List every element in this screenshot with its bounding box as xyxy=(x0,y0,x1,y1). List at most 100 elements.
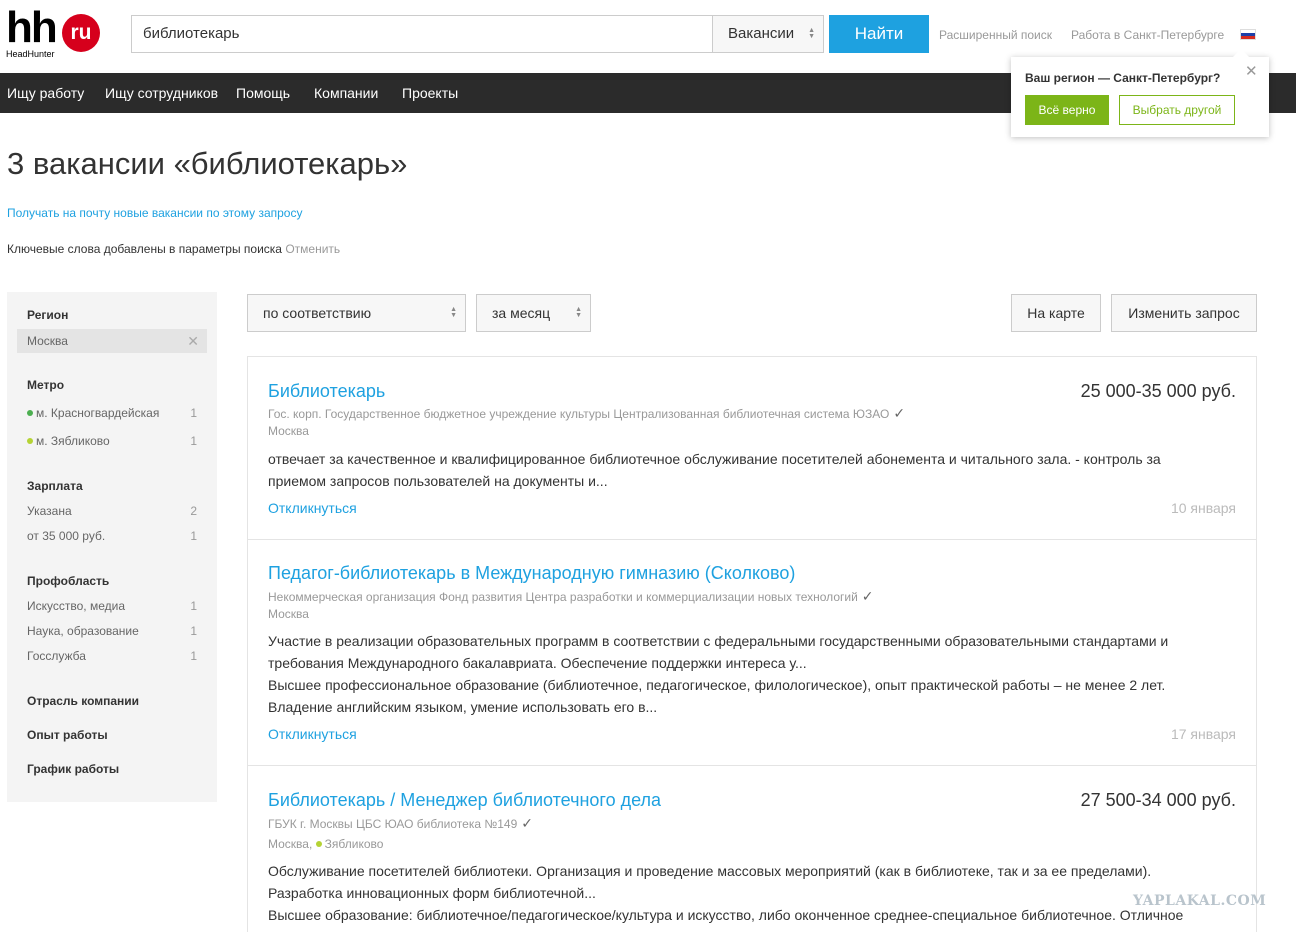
filter-item-count: 1 xyxy=(190,649,197,663)
filter-item[interactable]: от 35 000 руб. 1 xyxy=(27,529,197,543)
vacancy-list: Библиотекарь 25 000-35 000 руб. Гос. кор… xyxy=(247,356,1257,932)
filter-item-label: Госслужба xyxy=(27,649,86,663)
vacancy-location: Москва xyxy=(268,424,309,438)
filter-item[interactable]: Искусство, медиа 1 xyxy=(27,599,197,613)
advanced-search-link[interactable]: Расширенный поиск xyxy=(939,28,1052,42)
keywords-note: Ключевые слова добавлены в параметры пои… xyxy=(7,242,340,256)
keywords-note-text: Ключевые слова добавлены в параметры пои… xyxy=(7,242,282,256)
nav-item-projects[interactable]: Проекты xyxy=(402,73,458,113)
apply-link[interactable]: Откликнуться xyxy=(268,500,357,516)
filter-item[interactable]: Госслужба 1 xyxy=(27,649,197,663)
region-filter-field[interactable]: Москва ✕ xyxy=(17,329,207,353)
filter-title-industry[interactable]: Отрасль компании xyxy=(27,694,139,708)
vacancy-title-link[interactable]: Библиотекарь xyxy=(268,381,385,402)
filter-title-metro: Метро xyxy=(27,378,65,392)
nav-item-help[interactable]: Помощь xyxy=(236,73,290,113)
close-icon[interactable]: ✕ xyxy=(1245,62,1258,80)
filter-item-label: от 35 000 руб. xyxy=(27,529,106,543)
snippet-line: приемом запросов пользователей на докуме… xyxy=(268,473,608,489)
vacancy-title-link[interactable]: Библиотекарь / Менеджер библиотечного де… xyxy=(268,790,661,811)
logo-subtitle: HeadHunter xyxy=(6,49,55,59)
search-type-select[interactable]: Вакансии ▲ ▼ xyxy=(712,15,824,53)
hh-logo[interactable]: hh ru HeadHunter xyxy=(6,6,100,60)
verified-check-icon: ✓ xyxy=(861,588,874,604)
snippet-line: Обслуживание посетителей библиотеки. Орг… xyxy=(268,863,1152,879)
page-title: 3 вакансии «библиотекарь» xyxy=(7,146,408,181)
snippet-line: требования Международного бакалавриата. … xyxy=(268,655,807,671)
filter-item-count: 1 xyxy=(190,434,197,448)
logo-ru-badge: ru xyxy=(62,14,100,52)
nav-item-companies[interactable]: Компании xyxy=(314,73,378,113)
region-confirm-popup: Ваш регион — Санкт-Петербург? ✕ Всё верн… xyxy=(1011,49,1269,137)
filter-item-label: м. Красногвардейская xyxy=(36,406,160,420)
vacancy-snippet: Обслуживание посетителей библиотеки. Орг… xyxy=(268,860,1218,926)
location-city: Москва, xyxy=(268,837,313,851)
updown-arrows-icon: ▲ ▼ xyxy=(450,306,457,319)
filter-item[interactable]: Указана 2 xyxy=(27,504,197,518)
filter-item-count: 1 xyxy=(190,406,197,420)
map-button[interactable]: На карте xyxy=(1011,294,1101,332)
vacancy-date: 17 января xyxy=(1170,726,1236,742)
filter-item[interactable]: м. Красногвардейская 1 xyxy=(27,406,197,420)
clear-icon[interactable]: ✕ xyxy=(187,329,199,353)
vacancy-snippet: Участие в реализации образовательных про… xyxy=(268,630,1218,718)
search-type-value: Вакансии xyxy=(728,25,795,42)
filter-item-count: 1 xyxy=(190,624,197,638)
filter-item[interactable]: м. Зябликово 1 xyxy=(27,434,197,448)
filter-title-schedule[interactable]: График работы xyxy=(27,762,119,776)
spb-jobs-link[interactable]: Работа в Санкт-Петербурге xyxy=(1071,28,1224,42)
filter-item-label: Искусство, медиа xyxy=(27,599,125,613)
logo-text: hh xyxy=(6,3,58,52)
search-button[interactable]: Найти xyxy=(829,15,929,53)
snippet-line: Высшее профессиональное образование (биб… xyxy=(268,677,1166,693)
company-name: Гос. корп. Государственное бюджетное учр… xyxy=(268,407,890,421)
region-choose-other-button[interactable]: Выбрать другой xyxy=(1119,95,1235,125)
vacancy-card: Библиотекарь / Менеджер библиотечного де… xyxy=(248,766,1256,932)
nav-item-employers[interactable]: Ищу сотрудников xyxy=(105,73,218,113)
snippet-line: Высшее образование: библиотечное/педагог… xyxy=(268,907,1184,923)
change-query-button[interactable]: Изменить запрос xyxy=(1111,294,1257,332)
vacancy-title-link[interactable]: Педагог-библиотекарь в Международную гим… xyxy=(268,563,795,584)
sort-select[interactable]: по соответствию ▲ ▼ xyxy=(247,294,466,332)
vacancy-snippet: отвечает за качественное и квалифицирова… xyxy=(268,448,1218,492)
snippet-line: Участие в реализации образовательных про… xyxy=(268,633,1169,649)
vacancy-card: Библиотекарь 25 000-35 000 руб. Гос. кор… xyxy=(248,357,1256,540)
region-confirm-button[interactable]: Всё верно xyxy=(1025,95,1109,125)
filter-sidebar: Регион Москва ✕ Метро м. Красногвардейск… xyxy=(7,292,217,802)
filter-item-count: 1 xyxy=(190,529,197,543)
location-metro: Зябликово xyxy=(324,837,384,851)
search-input[interactable]: библиотекарь xyxy=(131,15,713,53)
vacancy-company[interactable]: Некоммерческая организация Фонд развития… xyxy=(268,588,874,605)
vacancy-salary: 25 000-35 000 руб. xyxy=(1080,381,1236,401)
filter-item[interactable]: Наука, образование 1 xyxy=(27,624,197,638)
apply-link[interactable]: Откликнуться xyxy=(268,726,357,742)
region-filter-value: Москва xyxy=(27,334,68,348)
vacancy-location: Москва, Зябликово xyxy=(268,837,383,851)
company-name: Некоммерческая организация Фонд развития… xyxy=(268,590,858,604)
russia-flag-icon[interactable] xyxy=(1240,29,1256,40)
filter-title-profarea: Профобласть xyxy=(27,574,110,588)
period-select[interactable]: за месяц ▲ ▼ xyxy=(476,294,591,332)
verified-check-icon: ✓ xyxy=(893,405,906,421)
verified-check-icon: ✓ xyxy=(521,815,533,831)
vacancy-date: 10 января xyxy=(1170,500,1236,516)
filter-title-region: Регион xyxy=(27,308,69,322)
metro-line-dot-icon xyxy=(27,438,33,444)
company-name: ГБУК г. Москвы ЦБС ЮАО библиотека №149 xyxy=(268,817,518,831)
snippet-line: Владение английским языком, умение испол… xyxy=(268,699,658,715)
region-question: Ваш регион — Санкт-Петербург? xyxy=(1025,71,1221,85)
vacancy-company[interactable]: Гос. корп. Государственное бюджетное учр… xyxy=(268,405,905,422)
nav-item-job-search[interactable]: Ищу работу xyxy=(7,73,84,113)
snippet-line: Разработка инновационных форм библиотечн… xyxy=(268,885,596,901)
updown-arrows-icon: ▲ ▼ xyxy=(575,306,582,319)
sort-select-value: по соответствию xyxy=(263,305,372,321)
vacancy-salary: 27 500-34 000 руб. xyxy=(1080,790,1236,810)
subscribe-link[interactable]: Получать на почту новые вакансии по этом… xyxy=(7,206,302,220)
keywords-cancel-link[interactable]: Отменить xyxy=(285,242,340,256)
snippet-line: отвечает за качественное и квалифицирова… xyxy=(268,451,1161,467)
filter-title-experience[interactable]: Опыт работы xyxy=(27,728,108,742)
filter-title-salary: Зарплата xyxy=(27,479,83,493)
vacancy-company[interactable]: ГБУК г. Москвы ЦБС ЮАО библиотека №149 ✓ xyxy=(268,815,533,832)
vacancy-location: Москва xyxy=(268,607,309,621)
filter-item-label: Указана xyxy=(27,504,72,518)
